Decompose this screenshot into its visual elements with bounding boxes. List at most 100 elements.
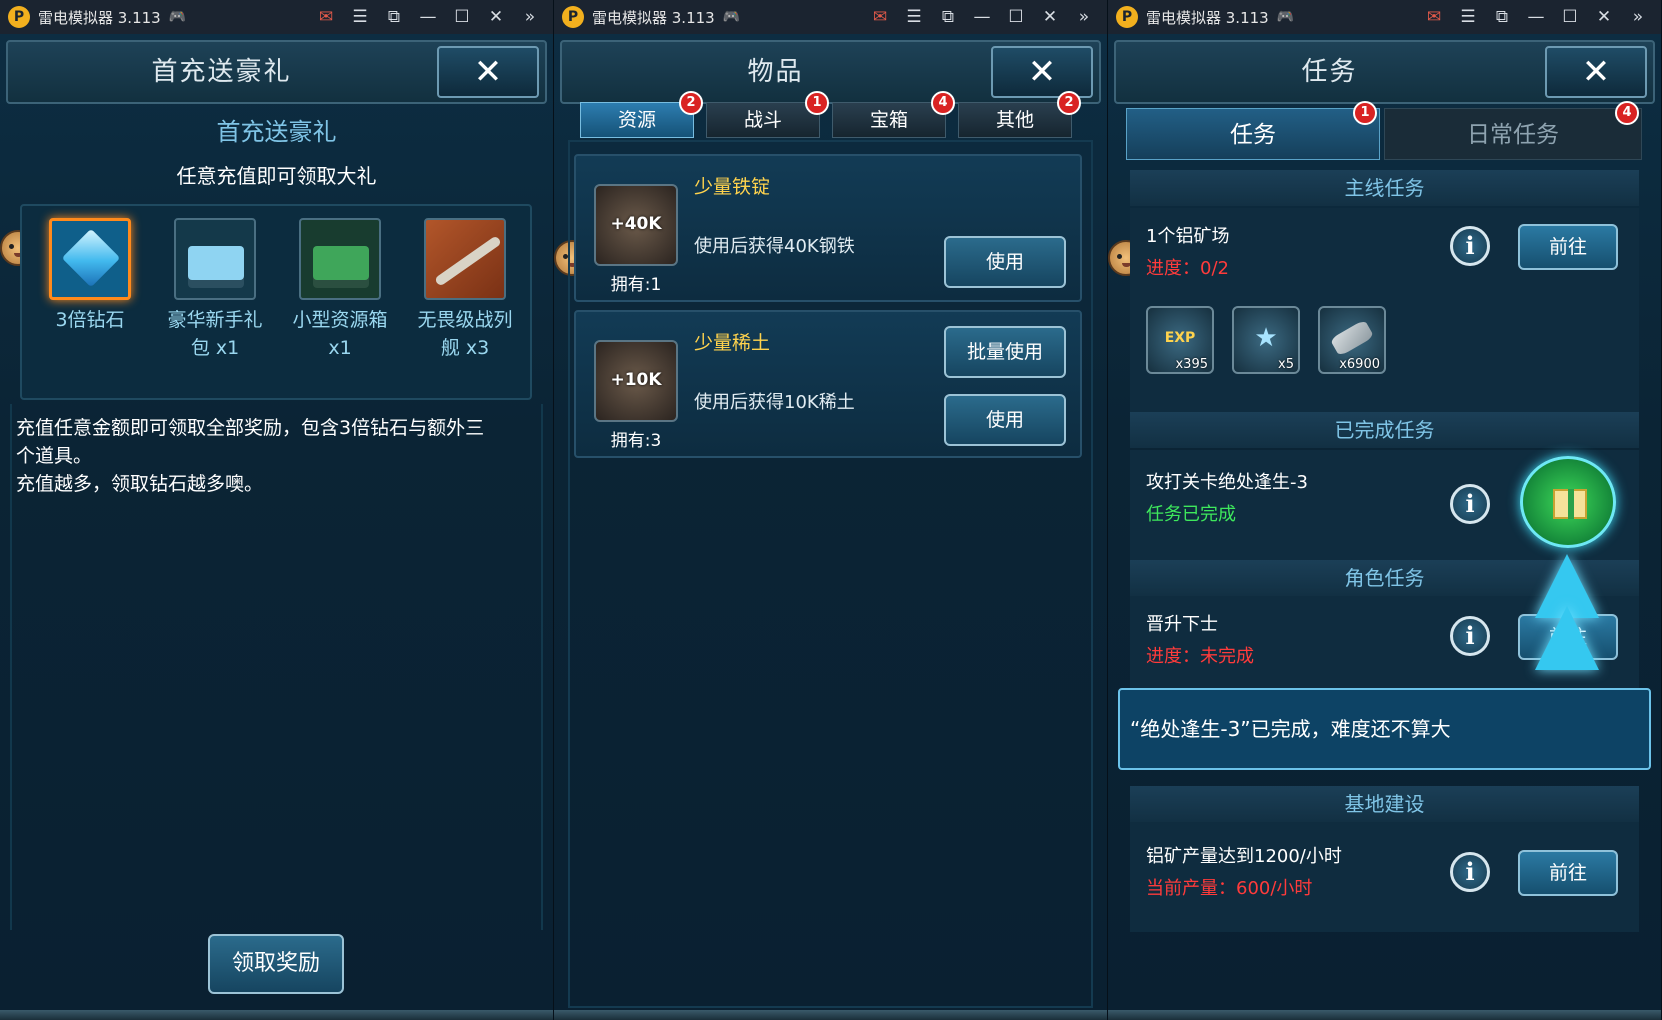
close-button[interactable]: ✕ <box>1545 46 1647 98</box>
minimize-icon[interactable]: — <box>1519 7 1553 27</box>
panel-title: 任务 <box>1301 57 1358 87</box>
bottom-strip <box>1108 1010 1661 1020</box>
close-window-icon[interactable]: ✕ <box>1033 7 1067 27</box>
list-item: +10K 拥有:3 少量稀土 使用后获得10K稀土 批量使用 使用 <box>574 310 1082 458</box>
reward-description: 充值任意金额即可领取全部奖励，包含3倍钻石与额外三 个道具。 充值越多，领取钻石… <box>16 414 536 498</box>
task-name: 攻打关卡绝处逢生-3 <box>1146 472 1308 493</box>
mail-icon[interactable]: ✉ <box>863 7 897 27</box>
task-name: 晋升下士 <box>1146 614 1218 635</box>
body-line: 个道具。 <box>16 445 93 467</box>
more-icon[interactable]: » <box>513 7 547 27</box>
reward-item[interactable]: 3倍钻石 <box>34 218 146 334</box>
more-icon[interactable]: » <box>1067 7 1101 27</box>
gamepad-icon[interactable]: 🎮 <box>723 9 740 25</box>
minimize-icon[interactable]: — <box>965 7 999 27</box>
item-name: 少量铁锭 <box>694 176 771 198</box>
titlebar-controls: ✉ ☰ ⧉ — ☐ ✕ » <box>863 0 1101 34</box>
item-name: 少量稀土 <box>694 332 771 354</box>
info-icon[interactable]: i <box>1450 484 1490 524</box>
task-row-main: 1个铝矿场 进度：0/2 i 前往 EXP x395 ★ x5 x6900 <box>1130 208 1639 412</box>
titlebar: P 雷电模拟器 3.113 🎮 ✉ ☰ ⧉ — ☐ ✕ » <box>554 0 1107 34</box>
info-icon[interactable]: i <box>1450 616 1490 656</box>
tab-label: 战斗 <box>743 109 782 131</box>
reward-item[interactable]: 小型资源箱 x1 <box>284 218 396 362</box>
gamepad-icon[interactable]: 🎮 <box>169 9 186 25</box>
notification-badge: 4 <box>1615 101 1639 125</box>
item-amount: +40K <box>610 214 662 234</box>
go-button[interactable]: 前往 <box>1518 224 1618 270</box>
menu-icon[interactable]: ☰ <box>1451 7 1485 27</box>
rank-badge-icon: ★ x5 <box>1232 306 1300 374</box>
app-logo-icon: P <box>1116 6 1138 28</box>
menu-icon[interactable]: ☰ <box>897 7 931 27</box>
close-window-icon[interactable]: ✕ <box>1587 7 1621 27</box>
game-content: 物品 ✕ 资源 2 战斗 1 宝箱 4 其他 2 +40K 拥有:1 少量铁锭 … <box>554 34 1107 1020</box>
emulator-window-tasks: P 雷电模拟器 3.113 🎮 ✉ ☰ ⧉ — ☐ ✕ » 任务 ✕ 任务 1 … <box>1108 0 1662 1020</box>
more-icon[interactable]: » <box>1621 7 1655 27</box>
completion-toast: “绝处逢生-3”已完成，难度还不算大 <box>1118 688 1651 770</box>
go-button[interactable]: 前往 <box>1518 850 1618 896</box>
tab-combat[interactable]: 战斗 1 <box>706 91 829 138</box>
maximize-icon[interactable]: ☐ <box>445 7 479 27</box>
panel-header: 物品 ✕ <box>560 40 1101 104</box>
claim-gift-button[interactable] <box>1520 456 1616 548</box>
app-logo-icon: P <box>562 6 584 28</box>
maximize-icon[interactable]: ☐ <box>999 7 1033 27</box>
info-icon[interactable]: i <box>1450 852 1490 892</box>
close-button[interactable]: ✕ <box>437 46 539 98</box>
close-button[interactable]: ✕ <box>991 46 1093 98</box>
screen: P 雷电模拟器 3.113 🎮 ✉ ☰ ⧉ — ☐ ✕ » 首充送豪礼 ✕ 首充… <box>0 0 1662 1020</box>
tab-other[interactable]: 其他 2 <box>958 91 1081 138</box>
item-description: 使用后获得40K钢铁 <box>694 236 855 257</box>
diamond-icon <box>49 218 131 300</box>
panel-header: 任务 ✕ <box>1114 40 1655 104</box>
task-row-base: 铝矿产量达到1200/小时 当前产量：600/小时 i 前往 <box>1130 822 1639 932</box>
panel-header: 首充送豪礼 ✕ <box>6 40 547 104</box>
body-line: 充值越多，领取钻石越多噢。 <box>16 473 264 495</box>
task-row-completed: 攻打关卡绝处逢生-3 任务已完成 i <box>1130 450 1639 560</box>
aluminum-bars <box>1329 319 1375 357</box>
rank-glyph: ★ <box>1254 323 1278 353</box>
gamepad-icon[interactable]: 🎮 <box>1277 9 1294 25</box>
item-amount: +10K <box>610 370 662 390</box>
tab-label: 宝箱 <box>869 109 908 131</box>
task-status: 任务已完成 <box>1146 504 1236 525</box>
titlebar: P 雷电模拟器 3.113 🎮 ✉ ☰ ⧉ — ☐ ✕ » <box>1108 0 1661 34</box>
game-content: 任务 ✕ 任务 1 日常任务 4 主线任务 1个铝矿场 进度：0/2 i 前往 … <box>1108 34 1661 1020</box>
restore-icon[interactable]: ⧉ <box>1485 7 1519 27</box>
close-window-icon[interactable]: ✕ <box>479 7 513 27</box>
notification-badge: 2 <box>1057 91 1081 115</box>
restore-icon[interactable]: ⧉ <box>931 7 965 27</box>
reward-item[interactable]: 无畏级战列舰 x3 <box>409 218 521 362</box>
reward-item[interactable]: 豪华新手礼包 x1 <box>159 218 271 362</box>
tab-tasks[interactable]: 任务 1 <box>1126 101 1380 160</box>
use-button[interactable]: 使用 <box>944 236 1066 288</box>
restore-icon[interactable]: ⧉ <box>377 7 411 27</box>
claim-reward-button[interactable]: 领取奖励 <box>208 934 344 994</box>
use-button[interactable]: 使用 <box>944 394 1066 446</box>
titlebar: P 雷电模拟器 3.113 🎮 ✉ ☰ ⧉ — ☐ ✕ » <box>0 0 553 34</box>
batch-use-button[interactable]: 批量使用 <box>944 326 1066 378</box>
task-status: 进度：0/2 <box>1146 258 1229 279</box>
tab-chests[interactable]: 宝箱 4 <box>832 91 955 138</box>
tab-daily-tasks[interactable]: 日常任务 4 <box>1384 101 1642 160</box>
section-header-base: 基地建设 <box>1130 786 1639 822</box>
mail-icon[interactable]: ✉ <box>1417 7 1451 27</box>
tab-label: 资源 <box>617 109 656 131</box>
info-icon[interactable]: i <box>1450 226 1490 266</box>
list-item: +40K 拥有:1 少量铁锭 使用后获得40K钢铁 使用 <box>574 154 1082 302</box>
notification-badge: 2 <box>679 91 703 115</box>
reward-label: 小型资源箱 x1 <box>292 309 388 359</box>
maximize-icon[interactable]: ☐ <box>1553 7 1587 27</box>
menu-icon[interactable]: ☰ <box>343 7 377 27</box>
description: 任意充值即可领取大礼 <box>176 164 377 188</box>
tab-resources[interactable]: 资源 2 <box>580 91 703 138</box>
tutorial-arrow-icon <box>1535 606 1599 670</box>
exp-icon: EXP x395 <box>1146 306 1214 374</box>
owned-count: 拥有:3 <box>610 431 662 451</box>
tab-label: 其他 <box>995 109 1034 131</box>
reward-label: 3倍钻石 <box>55 309 125 331</box>
minimize-icon[interactable]: — <box>411 7 445 27</box>
mail-icon[interactable]: ✉ <box>309 7 343 27</box>
game-content: 首充送豪礼 ✕ 首充送豪礼 任意充值即可领取大礼 3倍钻石 豪华新手礼包 x1 … <box>0 34 553 1020</box>
